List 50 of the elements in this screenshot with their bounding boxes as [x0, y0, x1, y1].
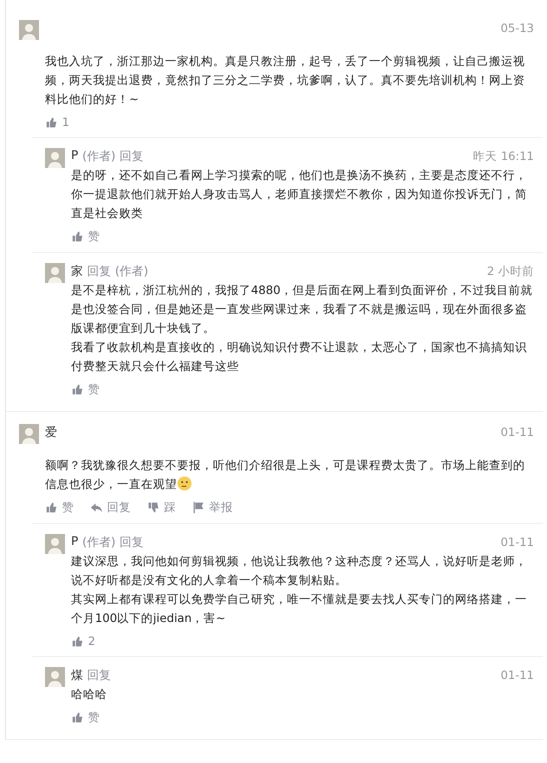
- avatar[interactable]: [19, 424, 39, 444]
- avatar[interactable]: [45, 148, 65, 168]
- avatar[interactable]: [19, 20, 39, 40]
- reply-label: 回复: [120, 148, 144, 164]
- flag-icon: [192, 501, 205, 514]
- reply-label: 回复: [87, 262, 111, 280]
- timestamp: 昨天 16:11: [473, 148, 534, 164]
- username[interactable]: 爱: [45, 424, 57, 440]
- comment-text: 是的呀，还不如自己看网上学习摸索的呢，他们也是换汤不换药，主要是态度还不行，你一提退款他们就开始人身攻击骂人，老师直接摆烂不教你，因为知道你投诉无门，简直是社会败类: [71, 167, 528, 222]
- reply-label: 回复: [120, 534, 144, 550]
- dislike-button[interactable]: 踩: [147, 500, 176, 515]
- report-button[interactable]: 举报: [192, 500, 233, 515]
- timestamp: 01-11: [500, 668, 534, 682]
- timestamp: 01-11: [500, 425, 534, 439]
- like-button[interactable]: 赞: [71, 229, 100, 244]
- avatar[interactable]: [45, 534, 65, 554]
- thumbs-down-icon: [147, 501, 160, 514]
- thumbs-up-icon: [71, 634, 84, 648]
- username[interactable]: 家: [71, 262, 83, 280]
- comment-text: 建议深思，我问他如何剪辑视频，他说让我教他？这种态度？还骂人，说好听是老师，说不好听都是没有文化的人拿着一个稿本复制粘贴。: [71, 553, 528, 589]
- like-button[interactable]: 赞: [71, 710, 100, 725]
- reply-arrow-icon: [90, 501, 103, 514]
- timestamp: 01-11: [500, 535, 534, 549]
- avatar[interactable]: [45, 667, 65, 687]
- comment-text: 我看了收款机构是直接收的，明确说知识付费不让退款，太恶心了，国家也不搞搞知识付费整天就只会什么福建号这些: [71, 339, 528, 375]
- author-tag: (作者): [82, 534, 116, 550]
- comment-text: 哈哈哈: [71, 686, 108, 703]
- author-tag: (作者): [82, 148, 116, 164]
- like-button[interactable]: 赞: [45, 500, 74, 515]
- username[interactable]: P: [71, 148, 78, 164]
- like-button[interactable]: 1: [45, 115, 70, 129]
- reply-button[interactable]: 回复: [90, 500, 131, 515]
- comment-text: 其实网上都有课程可以免费学自己研究，唯一不懂就是要去找人买专门的网络搭建，一个月100以下的jiedian，害~: [71, 591, 528, 627]
- timestamp: 2 小时前: [487, 264, 534, 278]
- thumbs-up-icon: [45, 501, 58, 514]
- comment-text: 额啊？我犹豫很久想要不要报，听他们介绍很是上头，可是课程费太贵了。市场上能查到的信息也很少，一直在观望: [45, 457, 526, 493]
- username[interactable]: P: [71, 534, 78, 550]
- avatar[interactable]: [45, 263, 65, 283]
- comment-text: 是不是梓杭，浙江杭州的，我报了4880，但是后面在网上看到负面评价，不过我目前就是也没签合同，但是她还是一直发些网课过来，我看了不就是搬运吗，现在外面很多盗版课都便宜到几十块钱了。: [71, 282, 534, 337]
- timestamp: 05-13: [500, 21, 534, 35]
- like-button[interactable]: 赞: [71, 382, 100, 397]
- thumbs-up-icon: [71, 383, 84, 396]
- like-button[interactable]: 2: [71, 634, 96, 648]
- reply-label: 回复: [87, 666, 111, 684]
- thumbs-up-icon: [45, 116, 58, 128]
- username[interactable]: 煤: [71, 666, 83, 684]
- author-tag: (作者): [115, 262, 148, 280]
- thumbs-up-icon: [71, 711, 84, 724]
- thumbs-up-icon: [71, 230, 84, 243]
- comment-text: 我也入坑了，浙江那边一家机构。真是只教注册，起号，丢了一个剪辑视频，让自己搬运视频，两天我提出退费，竟然扣了三分之二学费，坑爹啊，认了。真不要先培训机构！网上资料比他们的好！~: [45, 53, 526, 108]
